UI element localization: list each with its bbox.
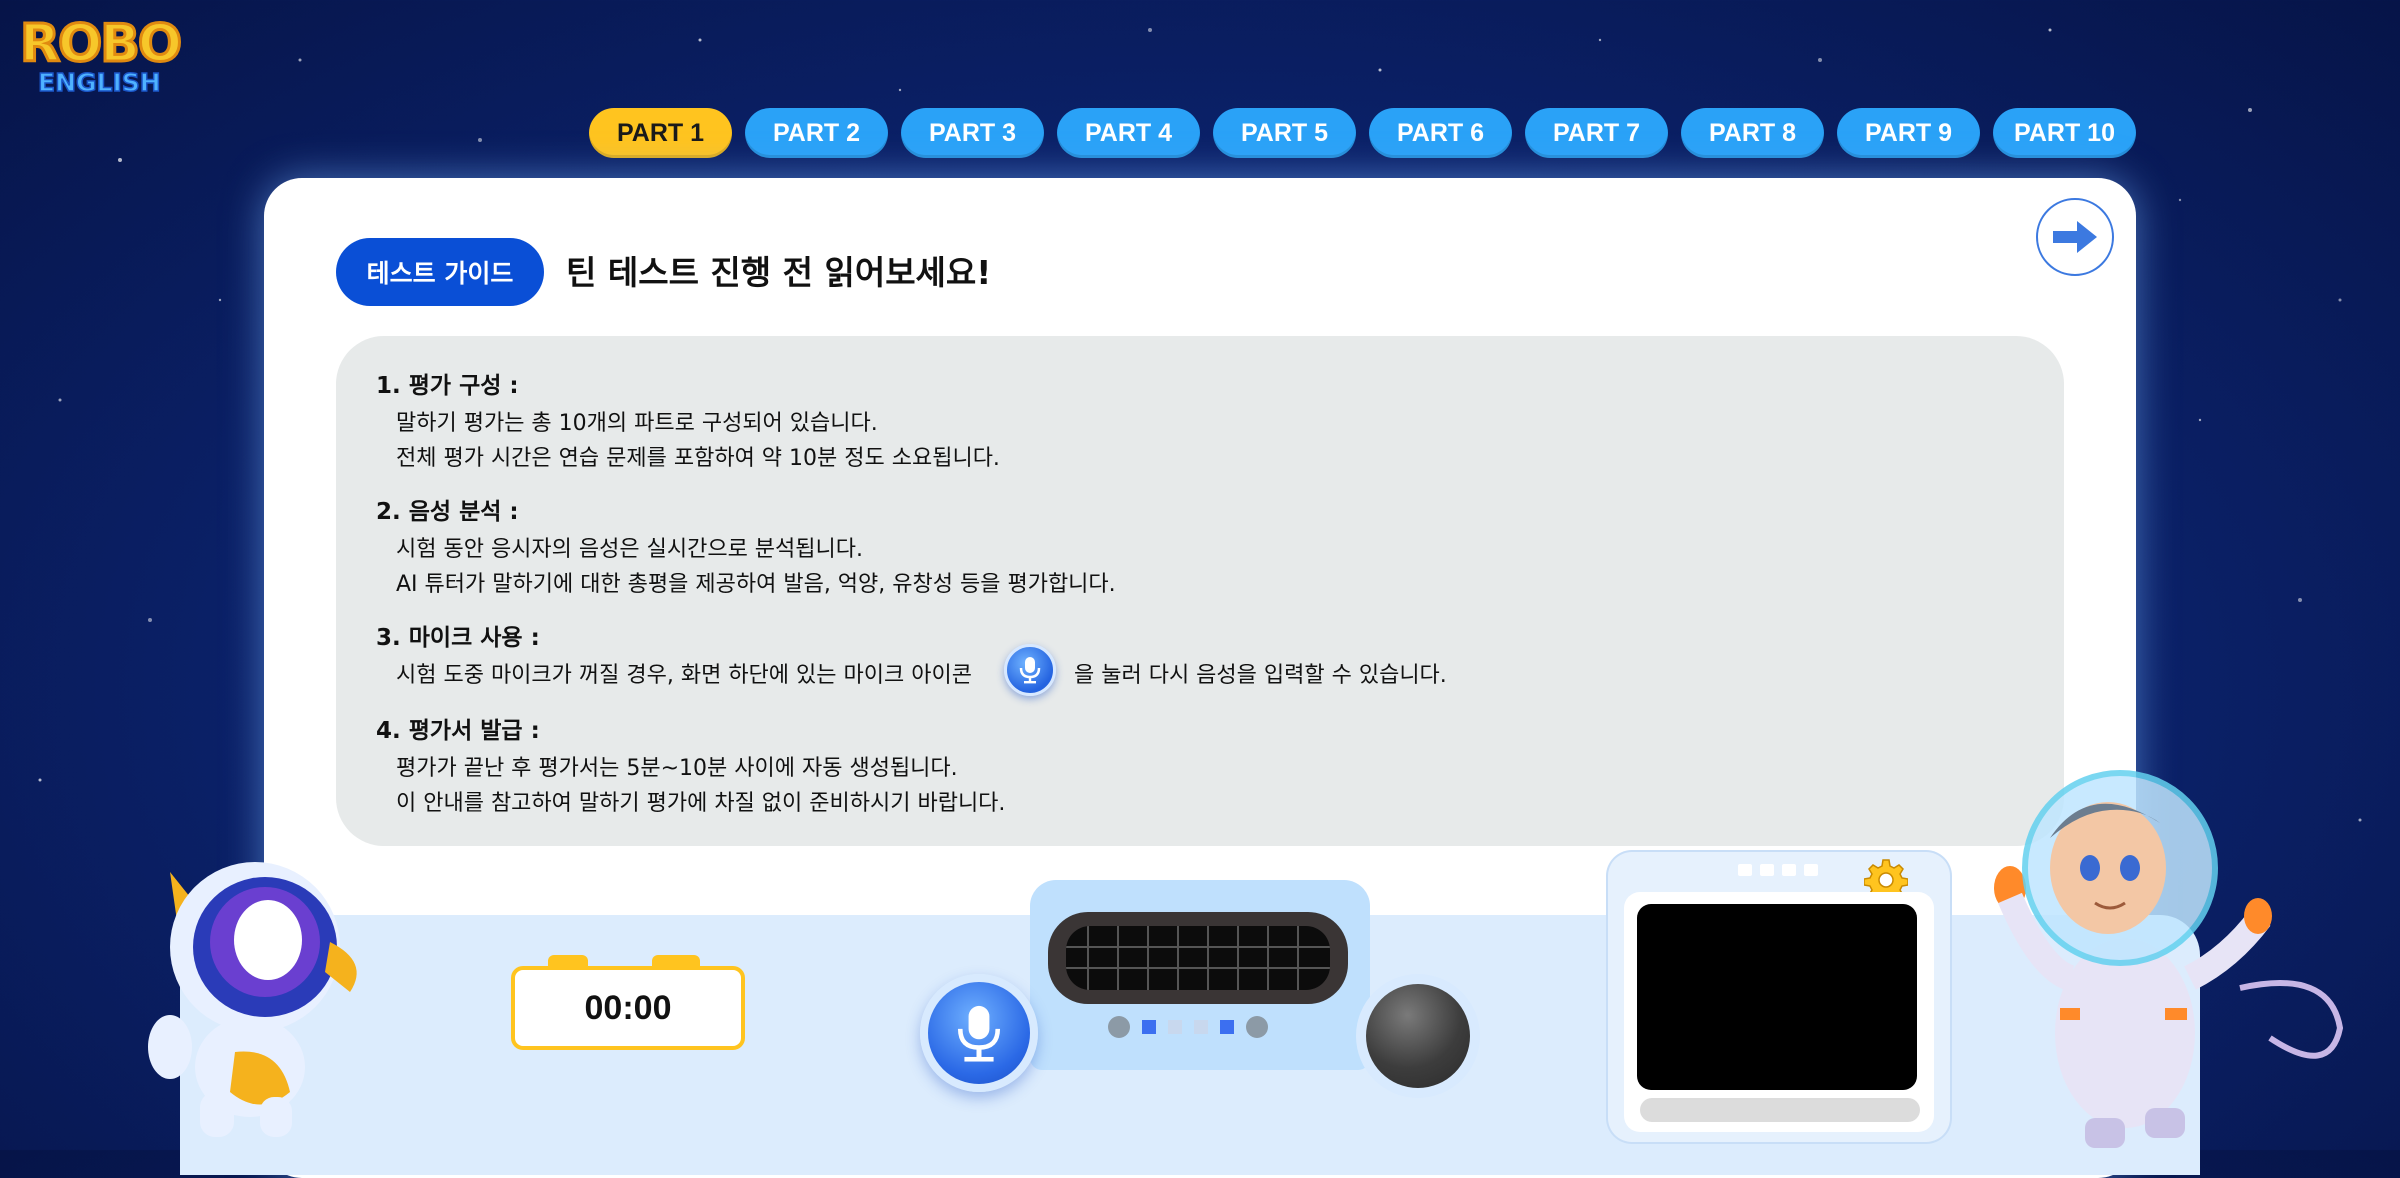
section-2-line-2: AI 튜터가 말하기에 대한 총평을 제공하여 발음, 억양, 유창성 등을 평…: [396, 572, 1116, 597]
monitor-dot: [1804, 864, 1818, 876]
indicator-square: [1220, 1020, 1234, 1034]
video-progress-bar: [1640, 1098, 1920, 1122]
tab-part-6[interactable]: PART 6: [1369, 108, 1512, 158]
indicator-round-right: [1246, 1016, 1268, 1038]
video-screen: [1637, 904, 1917, 1090]
tab-part-5[interactable]: PART 5: [1213, 108, 1356, 158]
section-3-heading: 3. 마이크 사용 :: [376, 625, 540, 651]
microphone-icon: [957, 1005, 1001, 1062]
monitor-dot: [1782, 864, 1796, 876]
next-button[interactable]: [2036, 198, 2114, 276]
indicator-square: [1194, 1020, 1208, 1034]
tab-part-9[interactable]: PART 9: [1837, 108, 1980, 158]
tab-part-2[interactable]: PART 2: [745, 108, 888, 158]
robo-english-logo[interactable]: ROBO ENGLISH: [19, 14, 190, 98]
microphone-button[interactable]: [920, 974, 1038, 1092]
robot-character-illustration: [148, 862, 357, 1137]
tab-part-8[interactable]: PART 8: [1681, 108, 1824, 158]
tab-part-10[interactable]: PART 10: [1993, 108, 2136, 158]
section-1-line-1: 말하기 평가는 총 10개의 파트로 구성되어 있습니다.: [396, 411, 878, 436]
section-3-line-1: 시험 도중 마이크가 꺼질 경우, 화면 하단에 있는 마이크 아이콘: [396, 663, 972, 688]
section-2-heading: 2. 음성 분석 :: [376, 499, 519, 525]
section-4-line-2: 이 안내를 참고하여 말하기 평가에 차질 없이 준비하시기 바랍니다.: [396, 791, 1006, 816]
tab-part-3[interactable]: PART 3: [901, 108, 1044, 158]
section-4-heading: 4. 평가서 발급 :: [376, 718, 540, 744]
tab-part-4[interactable]: PART 4: [1057, 108, 1200, 158]
timer-display: 00:00: [511, 966, 745, 1050]
guide-title: 틴 테스트 진행 전 읽어보세요!: [566, 253, 992, 292]
arrow-right-icon: [2053, 221, 2097, 253]
indicator-round-left: [1108, 1016, 1130, 1038]
speaker-grille: [1048, 912, 1348, 1004]
section-1-heading: 1. 평가 구성 :: [376, 373, 519, 399]
volume-knob[interactable]: [1356, 974, 1480, 1098]
logo-line-1: ROBO: [19, 14, 184, 74]
section-1-line-2: 전체 평가 시간은 연습 문제를 포함하여 약 10분 정도 소요됩니다.: [396, 446, 1000, 471]
grille-lines: [1066, 926, 1330, 990]
tab-part-7[interactable]: PART 7: [1525, 108, 1668, 158]
part-tabs: PART 1 PART 2 PART 3 PART 4 PART 5 PART …: [589, 108, 2136, 158]
monitor-dot: [1738, 864, 1752, 876]
section-3-line-1-end: 을 눌러 다시 음성을 입력할 수 있습니다.: [1074, 663, 1447, 688]
section-2-line-1: 시험 동안 응시자의 음성은 실시간으로 분석됩니다.: [396, 537, 864, 562]
monitor-dot: [1760, 864, 1774, 876]
section-4-line-1: 평가가 끝난 후 평가서는 5분~10분 사이에 자동 생성됩니다.: [396, 756, 958, 781]
astronaut-character-illustration: [1994, 770, 2344, 1148]
microphone-icon: [1019, 657, 1041, 684]
knob-cap: [1366, 984, 1470, 1088]
tab-part-1[interactable]: PART 1: [589, 108, 732, 158]
indicator-square: [1168, 1020, 1182, 1034]
status-indicators: [1108, 1016, 1268, 1038]
mic-inline-icon: [1004, 644, 1056, 696]
test-guide-badge: 테스트 가이드: [336, 238, 544, 306]
indicator-square: [1142, 1020, 1156, 1034]
